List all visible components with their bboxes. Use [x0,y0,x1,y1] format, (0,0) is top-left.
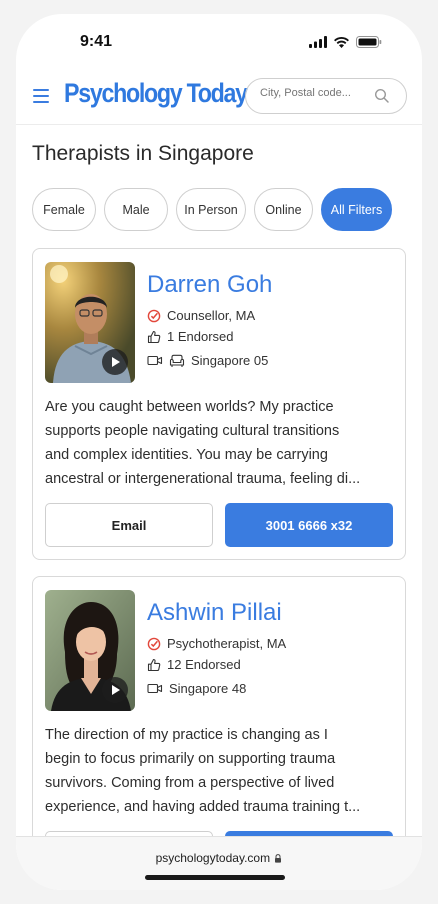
location-row: Singapore 48 [147,681,246,696]
status-bar: 9:41 [16,14,422,70]
filter-bar: Female Male In Person Online All Filters [32,188,392,231]
filter-chip-male[interactable]: Male [104,188,168,231]
filter-chip-all-filters[interactable]: All Filters [321,188,392,231]
thumbs-up-icon [147,330,161,343]
address-url[interactable]: psychologytoday.com [16,851,422,865]
location-text: Singapore 05 [191,353,269,368]
in-person-couch-icon [169,354,185,367]
video-session-icon [147,355,163,366]
therapist-card: Darren Goh Counsellor, MA 1 Endorsed Sin… [32,248,406,560]
hamburger-menu-icon[interactable] [32,87,52,105]
description-line: ancestral or intergenerational trauma, f… [45,471,361,487]
therapist-description: Are you caught between worlds? My practi… [45,395,395,491]
credential-text: Counsellor, MA [167,308,256,323]
description-line: supports people navigating cultural tran… [45,423,340,439]
search-input[interactable] [260,87,372,99]
top-nav: Psychology Today [16,76,422,126]
phone-screen: 9:41 Psychology Today City, Postal code.… [16,14,422,890]
description-line: The direction of my practice is changing… [45,727,328,743]
credential-row: Psychotherapist, MA [147,636,286,651]
play-video-icon[interactable] [102,349,128,375]
description-line: survivors. Coming from a perspective of … [45,775,335,791]
psychology-today-logo[interactable]: Psychology Today [64,78,248,109]
description-line: and complex identities. You may be carry… [45,447,328,463]
header-divider [16,124,422,125]
thumbs-up-icon [147,658,161,671]
filter-chip-female[interactable]: Female [32,188,96,231]
battery-icon [356,36,382,48]
verified-icon [147,637,161,650]
therapist-photo[interactable] [45,262,135,383]
therapist-card: Ashwin Pillai Psychotherapist, MA 12 End… [32,576,406,876]
search-box[interactable] [245,78,407,114]
browser-address-bar[interactable]: psychologytoday.com [16,836,422,890]
status-icons [309,36,382,48]
endorsed-row: 12 Endorsed [147,657,241,672]
credential-row: Counsellor, MA [147,308,255,323]
credential-text: Psychotherapist, MA [167,636,287,651]
description-line: begin to focus primarily on supporting t… [45,751,336,767]
verified-icon [147,309,161,322]
endorsed-row: 1 Endorsed [147,329,234,344]
status-time: 9:41 [80,33,113,50]
page-title: Therapists in Singapore [32,142,254,165]
signal-icon [309,36,327,48]
call-button[interactable]: 3001 6666 x32 [225,503,393,547]
therapist-description: The direction of my practice is changing… [45,723,395,819]
home-indicator[interactable] [145,875,285,880]
lock-icon [275,854,282,863]
location-text: Singapore 48 [169,681,247,696]
description-line: Are you caught between worlds? My practi… [45,399,334,415]
video-session-icon [147,683,163,694]
email-button[interactable]: Email [45,503,213,547]
location-row: Singapore 05 [147,353,268,368]
wifi-icon [334,36,349,48]
filter-chip-online[interactable]: Online [254,188,313,231]
url-text: psychologytoday.com [155,851,271,865]
therapist-photo[interactable] [45,590,135,711]
filter-chip-in-person[interactable]: In Person [176,188,246,231]
endorsed-text: 12 Endorsed [167,657,241,672]
therapist-name[interactable]: Ashwin Pillai [147,599,282,627]
description-line: experience, and having added trauma trai… [45,799,361,815]
therapist-name[interactable]: Darren Goh [147,271,272,299]
play-video-icon[interactable] [102,677,128,703]
endorsed-text: 1 Endorsed [167,329,234,344]
search-icon[interactable] [374,88,390,104]
